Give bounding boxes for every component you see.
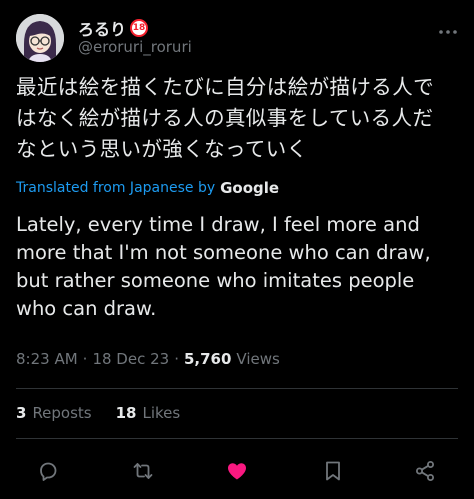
- tweet-header: ろるり 18 @eroruri_roruri: [16, 14, 458, 62]
- reposts-label[interactable]: Reposts: [32, 404, 91, 422]
- tweet-translated-text: Lately, every time I draw, I feel more a…: [16, 213, 431, 320]
- repost-icon[interactable]: [130, 458, 156, 484]
- translation-provider: Google: [220, 179, 280, 197]
- tweet-date[interactable]: 18 Dec 23: [92, 350, 169, 368]
- author-handle[interactable]: @eroruri_roruri: [78, 38, 192, 56]
- likes-label[interactable]: Likes: [143, 404, 181, 422]
- translation-label: Translated from Japanese by: [16, 180, 216, 196]
- likes-count[interactable]: 18: [116, 404, 137, 422]
- avatar[interactable]: [16, 14, 64, 62]
- engagement-stats: 3 Reposts 18 Likes: [16, 404, 180, 422]
- separator-dot: ·: [174, 350, 179, 368]
- divider: [16, 388, 458, 389]
- tweet-time[interactable]: 8:23 AM: [16, 350, 78, 368]
- reposts-count[interactable]: 3: [16, 404, 26, 422]
- divider: [16, 438, 458, 439]
- separator-dot: ·: [82, 350, 88, 368]
- bookmark-icon[interactable]: [320, 458, 346, 484]
- views-label: Views: [236, 350, 280, 368]
- display-name[interactable]: ろるり: [78, 16, 126, 40]
- tweet-original-text: 最近は絵を描くたびに自分は絵が描ける人で はなく絵が描ける人の真似事をしている人…: [16, 75, 434, 161]
- reply-icon[interactable]: [35, 458, 61, 484]
- tweet-action-bar: [0, 452, 474, 488]
- author-name-row[interactable]: ろるり 18: [78, 16, 149, 40]
- like-heart-shape: [228, 463, 246, 480]
- share-icon[interactable]: [412, 458, 438, 484]
- age-restriction-icon: 18: [130, 19, 149, 37]
- more-options-icon[interactable]: [438, 22, 458, 42]
- views-count: 5,760: [183, 350, 232, 368]
- tweet-metadata: 8:23 AM · 18 Dec 23 · 5,760 Views: [16, 350, 280, 368]
- translation-attribution[interactable]: Translated from Japanese by Google: [16, 179, 279, 197]
- like-icon[interactable]: [224, 458, 250, 484]
